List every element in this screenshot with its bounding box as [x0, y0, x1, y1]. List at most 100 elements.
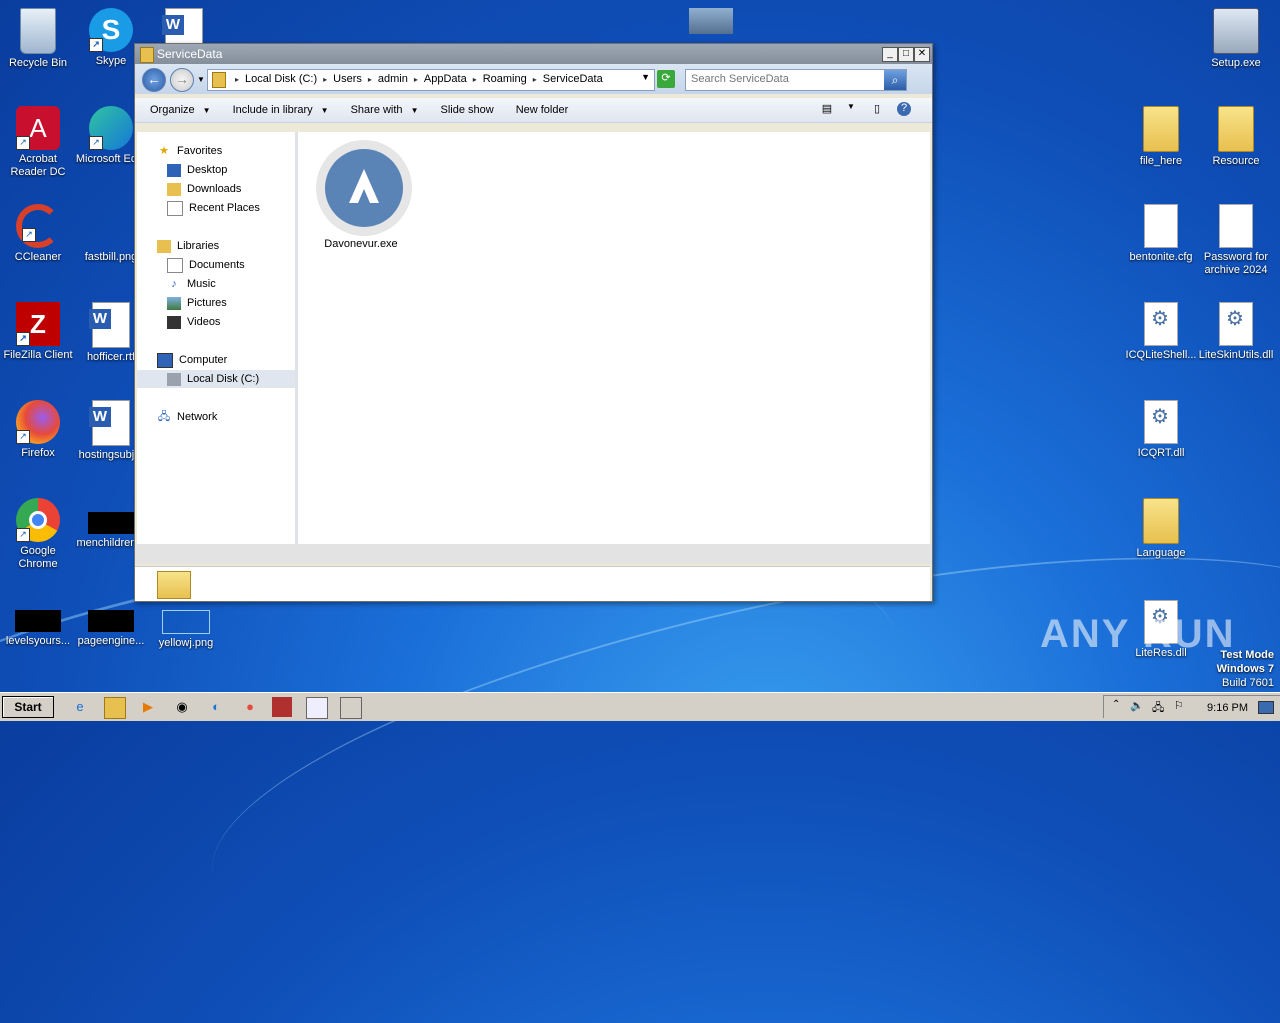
breadcrumb-servicedata[interactable]: ServiceData [540, 73, 606, 87]
volume-icon[interactable]: 🔈 [1130, 699, 1144, 712]
include-in-library-button[interactable]: Include in library ▼ [233, 104, 329, 116]
recent-pages-dropdown[interactable]: ▼ [197, 75, 205, 84]
show-desktop-icon[interactable] [1258, 701, 1274, 714]
desktop-icon-yellowj[interactable]: yellowj.png [148, 596, 224, 650]
clock[interactable]: 9:16 PM [1207, 702, 1248, 714]
window-title: ServiceData [157, 47, 223, 61]
desktop-icon-setup[interactable]: Setup.exe [1198, 8, 1274, 70]
file-item[interactable]: Davonevur.exe [316, 140, 412, 250]
desktop-icon-recycle-bin[interactable]: Recycle Bin [0, 8, 76, 70]
nav-label: Computer [179, 354, 228, 366]
view-options-dropdown-icon[interactable]: ▼ [843, 102, 859, 116]
desktop-icon-icqrt[interactable]: ICQRT.dll [1123, 400, 1199, 460]
nav-network[interactable]: 🖧 Network [137, 408, 315, 426]
organize-label: Organize [150, 104, 195, 116]
change-view-icon[interactable]: ▤ [819, 102, 835, 116]
desktop-icon-label: pageengine... [77, 635, 145, 647]
nav-music[interactable]: ♪ Music [137, 275, 325, 293]
search-box: ⌕ [685, 69, 907, 91]
app-taskbar-icon[interactable] [340, 697, 362, 719]
notepad-taskbar-icon[interactable] [306, 697, 328, 719]
desktop-icon-acrobat[interactable]: A ↗ Acrobat Reader DC [0, 106, 76, 179]
breadcrumb-users[interactable]: Users [330, 73, 365, 87]
desktop-icon-label: file_here [1139, 155, 1183, 167]
back-button[interactable]: ← [142, 68, 166, 92]
nav-videos[interactable]: Videos [137, 313, 325, 331]
nav-libraries[interactable]: Libraries [137, 237, 315, 255]
address-dropdown-icon[interactable]: ▼ [641, 72, 650, 82]
window-titlebar[interactable]: ServiceData _ □ ✕ [135, 44, 932, 64]
ie-icon[interactable]: e [70, 697, 90, 717]
start-button[interactable]: Start [2, 696, 54, 718]
minimize-button[interactable]: _ [882, 47, 898, 62]
nav-downloads[interactable]: Downloads [137, 180, 325, 198]
breadcrumb-admin[interactable]: admin [375, 73, 411, 87]
show-hidden-icons-icon[interactable]: ⌃ [1112, 699, 1120, 710]
desktop-icon-image-top[interactable] [673, 8, 749, 37]
folder-icon [1218, 106, 1254, 152]
nav-documents[interactable]: Documents [137, 256, 325, 274]
breadcrumb: ▸ Local Disk (C:) ▸ Users ▸ admin ▸ AppD… [232, 73, 606, 87]
desktop-icon-filezilla[interactable]: Z ↗ FileZilla Client [0, 302, 76, 362]
breadcrumb-roaming[interactable]: Roaming [480, 73, 530, 87]
desktop-icon-pageengine[interactable]: pageengine... [73, 596, 149, 648]
network-tray-icon[interactable]: 🖧 [1152, 699, 1164, 718]
winrar-taskbar-icon[interactable] [272, 697, 292, 717]
search-input[interactable] [686, 70, 886, 88]
include-in-library-label: Include in library [232, 104, 313, 116]
desktop-icon-chrome[interactable]: ↗ Google Chrome [0, 498, 76, 571]
drive-icon [167, 372, 181, 386]
desktop-icon-resource[interactable]: Resource [1198, 106, 1274, 168]
search-icon[interactable]: ⌕ [884, 70, 906, 90]
close-button[interactable]: ✕ [914, 47, 930, 62]
action-center-flag-icon[interactable]: ⚐ [1174, 699, 1184, 712]
nav-computer[interactable]: Computer [137, 351, 315, 369]
desktop-icon-password[interactable]: Password for archive 2024 [1198, 204, 1274, 277]
breadcrumb-separator-icon[interactable]: ▸ [365, 73, 375, 87]
nav-pictures[interactable]: Pictures [137, 294, 325, 312]
desktop-icon-label: CCleaner [14, 251, 62, 263]
nav-recent-places[interactable]: Recent Places [137, 199, 325, 217]
breadcrumb-appdata[interactable]: AppData [421, 73, 470, 87]
desktop-icon-firefox[interactable]: ↗ Firefox [0, 400, 76, 460]
file-list: Davonevur.exe [298, 132, 930, 544]
breadcrumb-separator-icon[interactable]: ▸ [232, 73, 242, 87]
breadcrumb-separator-icon[interactable]: ▸ [470, 73, 480, 87]
nav-desktop[interactable]: Desktop [137, 161, 325, 179]
nav-label: Downloads [187, 183, 242, 195]
preview-pane-icon[interactable]: ▯ [869, 102, 885, 116]
refresh-icon[interactable]: ⟳ [657, 70, 675, 88]
skype-icon: S ↗ [89, 8, 133, 52]
chrome-taskbar-icon[interactable]: ◉ [172, 697, 192, 717]
breadcrumb-separator-icon[interactable]: ▸ [530, 73, 540, 87]
desktop-icon-icqliteshell[interactable]: ICQLiteShell... [1123, 302, 1199, 362]
dll-file-icon [1219, 302, 1253, 346]
recycle-bin-icon [20, 8, 56, 54]
desktop-icon-bentonite[interactable]: bentonite.cfg [1123, 204, 1199, 264]
desktop-icon-levelsyours[interactable]: levelsyours... [0, 596, 76, 648]
breadcrumb-separator-icon[interactable]: ▸ [320, 73, 330, 87]
desktop-icon-ccleaner[interactable]: ↗ CCleaner [0, 204, 76, 264]
edge-taskbar-icon[interactable]: ◐ [206, 697, 226, 717]
desktop-icon-file-here[interactable]: file_here [1123, 106, 1199, 168]
firefox-taskbar-icon[interactable]: ● [240, 697, 260, 717]
breadcrumb-separator-icon[interactable]: ▸ [411, 73, 421, 87]
slide-show-button[interactable]: Slide show [440, 104, 493, 116]
share-with-button[interactable]: Share with ▼ [351, 104, 419, 116]
help-icon[interactable]: ? [897, 102, 911, 116]
nav-label: Recent Places [189, 202, 260, 214]
filezilla-icon: Z ↗ [16, 302, 60, 346]
new-folder-button[interactable]: New folder [516, 104, 569, 116]
breadcrumb-local-disk[interactable]: Local Disk (C:) [242, 73, 320, 87]
forward-button[interactable]: → [170, 68, 194, 92]
organize-button[interactable]: Organize ▼ [150, 104, 211, 116]
desktop-icon-liteskinutils[interactable]: LiteSkinUtils.dll [1198, 302, 1274, 362]
desktop-icon-language[interactable]: Language [1123, 498, 1199, 560]
word-document-icon [89, 302, 130, 348]
nav-local-disk[interactable]: Local Disk (C:) [137, 370, 295, 388]
address-bar[interactable]: ▸ Local Disk (C:) ▸ Users ▸ admin ▸ AppD… [207, 69, 655, 91]
maximize-button[interactable]: □ [898, 47, 914, 62]
nav-favorites[interactable]: ★ Favorites [137, 142, 315, 160]
explorer-taskbar-icon[interactable] [104, 697, 126, 719]
media-player-icon[interactable]: ▶ [138, 697, 158, 717]
